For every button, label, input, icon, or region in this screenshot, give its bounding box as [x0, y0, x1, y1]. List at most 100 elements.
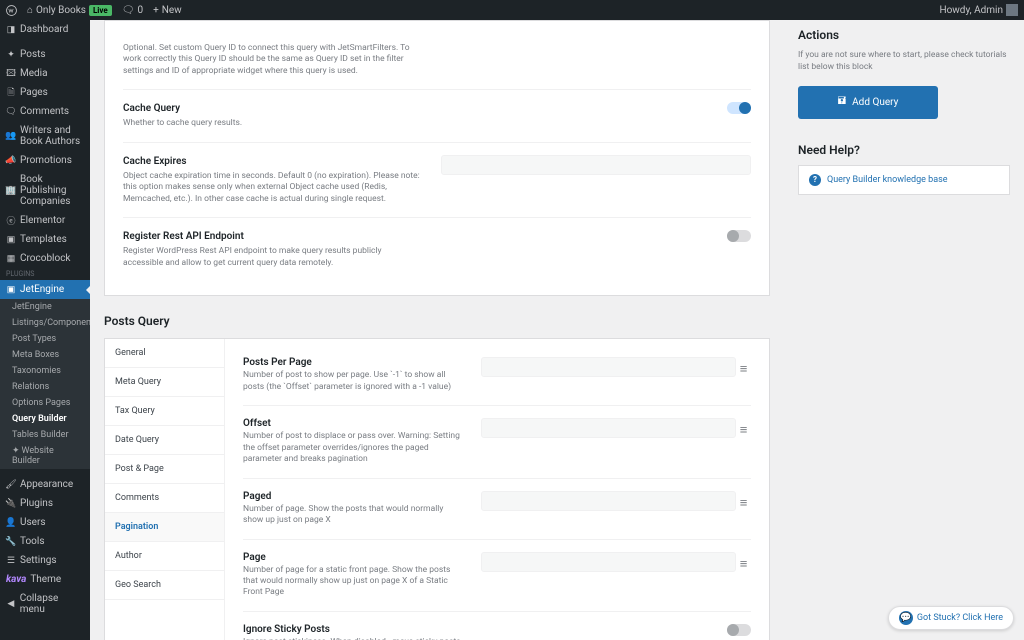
offset-input[interactable] — [481, 418, 736, 438]
sidebar-item-theme[interactable]: kavaTheme — [0, 570, 90, 589]
sidebar-item-elementor[interactable]: ⓔElementor — [0, 211, 90, 230]
sidebar-item-dashboard[interactable]: ◨Dashboard — [0, 20, 90, 39]
button-label: Add Query — [852, 97, 898, 108]
sub-query-builder[interactable]: Query Builder — [0, 411, 90, 427]
setting-row-cache-query: Cache Query Whether to cache query resul… — [123, 89, 751, 141]
wrench-icon: 🔧 — [6, 537, 16, 547]
collapse-icon: ◀ — [6, 599, 16, 609]
site-name: Only Books — [36, 5, 86, 16]
sub-options[interactable]: Options Pages — [0, 395, 90, 411]
wp-logo[interactable] — [6, 5, 17, 16]
sidebar-item-label: Book Publishing Companies — [20, 174, 84, 207]
sidebar-item-plugins[interactable]: 🔌 Plugins — [0, 494, 90, 513]
add-query-button[interactable]: 🖬 Add Query — [798, 86, 938, 119]
rest-toggle[interactable] — [727, 230, 751, 242]
sidebar-item-media[interactable]: 🖾Media — [0, 64, 90, 83]
sidebar-item-label: Users — [20, 517, 46, 528]
sidebar-item-writers[interactable]: 👥Writers and Book Authors — [0, 121, 90, 151]
page-icon: 🗎 — [6, 88, 16, 98]
new-content-link[interactable]: + New — [153, 5, 182, 16]
actions-desc: If you are not sure where to start, plea… — [798, 50, 1010, 74]
setting-label: Paged — [243, 491, 463, 502]
sub-taxonomies[interactable]: Taxonomies — [0, 363, 90, 379]
tab-meta-query[interactable]: Meta Query — [105, 368, 224, 397]
paged-input[interactable] — [481, 491, 736, 511]
sidebar-item-label: Theme — [30, 574, 61, 585]
row-offset: Offset Number of post to displace or pas… — [243, 405, 751, 477]
posts-per-page-input[interactable] — [481, 357, 736, 377]
row-paged: Paged Number of page. Show the posts tha… — [243, 478, 751, 539]
sidebar-item-promotions[interactable]: 📣Promotions — [0, 151, 90, 170]
tab-date-query[interactable]: Date Query — [105, 426, 224, 455]
sub-post-types[interactable]: Post Types — [0, 331, 90, 347]
site-link[interactable]: ⌂ Only Books Live — [27, 5, 112, 16]
collapse-menu[interactable]: ◀ Collapse menu — [0, 589, 90, 619]
actions-title: Actions — [798, 28, 1010, 42]
sub-tables-builder[interactable]: Tables Builder — [0, 427, 90, 443]
got-stuck-button[interactable]: 💬 Got Stuck? Click Here — [888, 606, 1014, 630]
setting-desc: Register WordPress Rest API endpoint to … — [123, 246, 423, 269]
howdy-link[interactable]: Howdy, Admin — [939, 4, 1018, 16]
sidebar-item-label: Appearance — [20, 479, 73, 490]
tab-post-page[interactable]: Post & Page — [105, 455, 224, 484]
sub-website-builder[interactable]: ✦Website Builder — [0, 443, 90, 469]
row-page: Page Number of page for a static front p… — [243, 539, 751, 611]
sticky-toggle[interactable] — [727, 624, 751, 636]
sidebar-item-tools[interactable]: 🔧 Tools — [0, 532, 90, 551]
posts-query-title: Posts Query — [104, 314, 770, 328]
row-posts-per-page: Posts Per Page Number of post to show pe… — [243, 349, 751, 405]
tab-geo-search[interactable]: Geo Search — [105, 571, 224, 600]
sidebar-item-comments[interactable]: 🗨Comments — [0, 102, 90, 121]
howdy-text: Howdy, Admin — [939, 5, 1003, 16]
sidebar-item-label: Posts — [20, 49, 46, 60]
cache-query-toggle[interactable] — [727, 102, 751, 114]
sub-jetengine[interactable]: JetEngine — [0, 299, 90, 315]
sidebar-item-jetengine[interactable]: ▣JetEngine — [0, 280, 90, 299]
wand-icon: ✦ — [12, 446, 20, 456]
setting-row-rest: Register Rest API Endpoint Register Word… — [123, 217, 751, 281]
avatar — [1006, 4, 1018, 16]
setting-label: Posts Per Page — [243, 357, 463, 368]
sidebar-item-settings[interactable]: ☰Settings — [0, 551, 90, 570]
sidebar-item-templates[interactable]: ▣Templates — [0, 230, 90, 249]
sub-listings[interactable]: Listings/Components — [0, 315, 90, 331]
sidebar-item-pages[interactable]: 🗎Pages — [0, 83, 90, 102]
sidebar-item-appearance[interactable]: 🖌Appearance — [0, 475, 90, 494]
database-icon[interactable]: ≡ — [740, 495, 751, 507]
setting-row-cache-expires: Cache Expires Object cache expiration ti… — [123, 142, 751, 217]
tab-comments[interactable]: Comments — [105, 484, 224, 513]
sidebar-item-crocoblock[interactable]: ▦Crocoblock — [0, 249, 90, 268]
sidebar-item-users[interactable]: 👤Users — [0, 513, 90, 532]
jetengine-icon: ▣ — [6, 285, 16, 295]
sidebar-item-companies[interactable]: 🏢Book Publishing Companies — [0, 170, 90, 211]
comments-link[interactable]: 🗨 0 — [122, 5, 143, 16]
sidebar-item-label: Plugins — [20, 498, 53, 509]
sidebar-right: Actions If you are not sure where to sta… — [784, 20, 1024, 640]
sidebar-item-label: Dashboard — [20, 24, 68, 35]
tab-author[interactable]: Author — [105, 542, 224, 571]
sidebar-item-label: Writers and Book Authors — [20, 125, 84, 147]
database-icon[interactable]: ≡ — [740, 361, 751, 373]
help-title: Need Help? — [798, 143, 1010, 157]
sub-meta-boxes[interactable]: Meta Boxes — [0, 347, 90, 363]
page-input[interactable] — [481, 552, 736, 572]
tab-pagination[interactable]: Pagination — [105, 513, 224, 542]
sidebar-item-posts[interactable]: ✦Posts — [0, 45, 90, 64]
sidebar-item-label: Settings — [20, 555, 57, 566]
sidebar-item-label: Comments — [20, 106, 69, 117]
sidebar-item-label: Collapse menu — [20, 593, 84, 615]
sidebar-item-label: Tools — [20, 536, 44, 547]
chat-icon: 💬 — [899, 611, 913, 625]
tabs-nav: General Meta Query Tax Query Date Query … — [105, 339, 225, 640]
database-icon[interactable]: ≡ — [740, 556, 751, 568]
tab-tax-query[interactable]: Tax Query — [105, 397, 224, 426]
cache-expires-input[interactable] — [441, 155, 751, 175]
database-icon[interactable]: ≡ — [740, 422, 751, 434]
kb-link[interactable]: ? Query Builder knowledge base — [798, 165, 1010, 195]
setting-desc: Number of post to show per page. Use `-1… — [243, 370, 463, 393]
row-sticky: Ignore Sticky Posts Ignore post stickine… — [243, 611, 751, 640]
tab-general[interactable]: General — [105, 339, 224, 368]
plugin-icon: 🔌 — [6, 499, 16, 509]
posts-query-card: General Meta Query Tax Query Date Query … — [104, 338, 770, 640]
sub-relations[interactable]: Relations — [0, 379, 90, 395]
